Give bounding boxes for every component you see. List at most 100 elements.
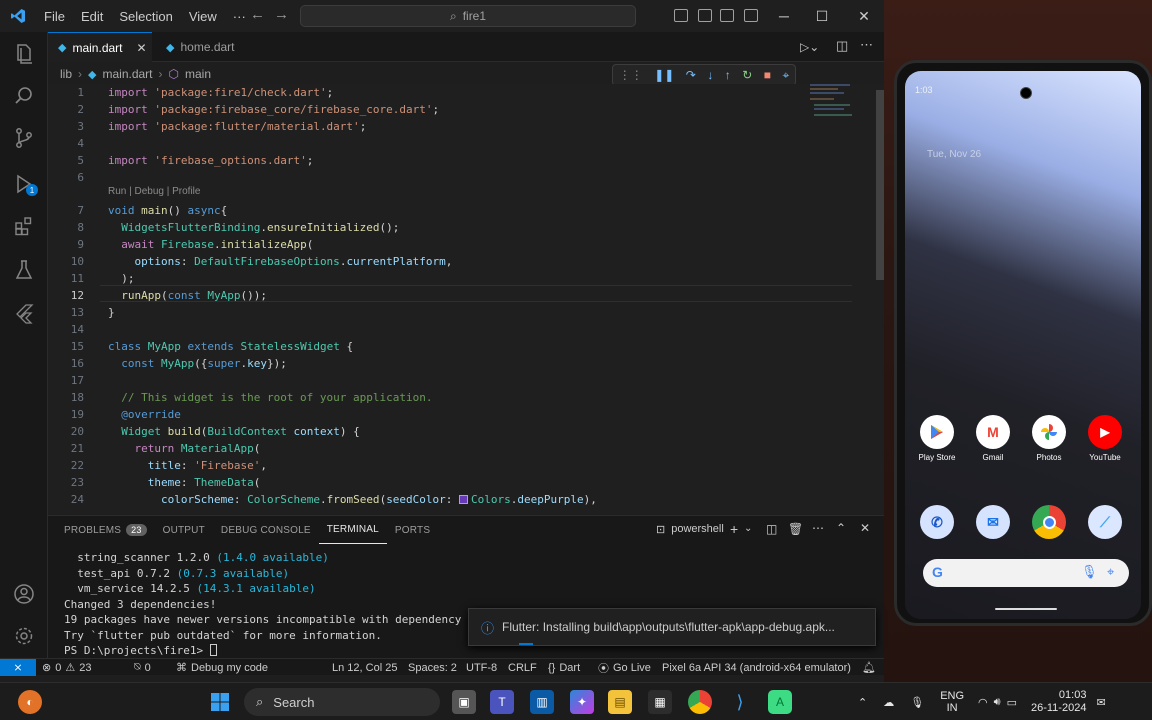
stop-icon[interactable]: ■ — [764, 68, 771, 82]
flutter-icon[interactable] — [12, 302, 36, 326]
extensions-icon[interactable] — [12, 214, 36, 238]
code-line[interactable]: 12 runApp(const MyApp()); — [48, 287, 808, 304]
account-icon[interactable] — [12, 582, 36, 606]
app-phone[interactable]: ✆ — [909, 505, 965, 543]
code-line[interactable]: 6 — [48, 169, 808, 186]
app-play-store[interactable]: Play Store — [909, 415, 965, 462]
clock[interactable]: 01:03 26-11-2024 — [1031, 689, 1086, 715]
language-mode[interactable]: {} Dart — [548, 659, 580, 676]
lens-icon[interactable]: ⌖ — [1107, 564, 1114, 580]
forward-arrow-icon[interactable]: → — [274, 6, 289, 23]
battery-icon[interactable]: ▭ — [1007, 696, 1017, 709]
toggle-sidebar-icon[interactable] — [674, 9, 688, 22]
weather-widget-icon[interactable]: ◐ — [18, 690, 42, 714]
app-gmail[interactable]: M Gmail — [965, 415, 1021, 462]
maximize-panel-icon[interactable]: ⌃ — [836, 521, 846, 535]
trash-icon[interactable]: 🗑 — [788, 522, 803, 536]
flutter-inspector-icon[interactable]: ⌖ — [783, 68, 790, 83]
minimize-button[interactable]: ─ — [764, 0, 804, 32]
pause-icon[interactable]: ❚❚ — [654, 68, 674, 82]
app-photos[interactable]: Photos — [1021, 415, 1077, 462]
tab-terminal[interactable]: TERMINAL — [318, 516, 387, 544]
step-over-icon[interactable]: ↷ — [686, 68, 696, 82]
toggle-panel-icon[interactable] — [698, 9, 712, 22]
android-studio-icon[interactable]: A — [768, 690, 792, 714]
onedrive-icon[interactable]: ☁ — [883, 696, 894, 709]
cursor-position[interactable]: Ln 12, Col 25 — [332, 659, 397, 676]
code-line[interactable]: 24 colorScheme: ColorScheme.fromSeed(see… — [48, 491, 808, 508]
terminal-shell-selector[interactable]: ⊡ powershell — [656, 523, 724, 536]
split-editor-icon[interactable]: ◫ — [836, 38, 848, 54]
breadcrumb-symbol[interactable]: main — [185, 67, 211, 81]
testing-icon[interactable] — [12, 258, 36, 282]
drag-handle-icon[interactable]: ⋮⋮ — [619, 68, 643, 82]
editor-scrollbar[interactable] — [874, 84, 884, 514]
step-out-icon[interactable]: ↑ — [725, 68, 731, 82]
code-line[interactable]: 15 class MyApp extends StatelessWidget { — [48, 338, 808, 355]
breadcrumb-file[interactable]: main.dart — [102, 67, 152, 81]
end-of-line[interactable]: CRLF — [508, 659, 537, 676]
new-terminal-icon[interactable]: + — [730, 521, 738, 537]
task-view-icon[interactable]: ▣ — [452, 690, 476, 714]
close-panel-icon[interactable]: ✕ — [860, 521, 870, 535]
code-line[interactable]: 8 WidgetsFlutterBinding.ensureInitialize… — [48, 219, 808, 236]
tab-output[interactable]: OUTPUT — [155, 516, 213, 544]
code-line[interactable]: 14 — [48, 321, 808, 338]
code-line[interactable]: 10 options: DefaultFirebaseOptions.curre… — [48, 253, 808, 270]
restart-icon[interactable]: ↻ — [742, 68, 752, 82]
code-line[interactable]: 22 title: 'Firebase', — [48, 457, 808, 474]
notification-center-icon[interactable]: ✉ — [1096, 696, 1105, 709]
close-window-button[interactable]: ✕ — [844, 0, 884, 32]
code-editor[interactable]: Run | Debug | Profile 1 import 'package:f… — [48, 84, 884, 514]
notifications-bell-icon[interactable]: 🔔︎ — [862, 659, 876, 676]
tab-problems[interactable]: PROBLEMS 23 — [56, 516, 155, 544]
app-flutter[interactable]: ⟋ — [1077, 505, 1133, 543]
microphone-icon[interactable]: 🎙︎ — [910, 696, 924, 709]
vscode-taskbar-icon[interactable]: ⟩ — [728, 690, 752, 714]
notification-toast[interactable]: ⓘ Flutter: Installing build\app\outputs\… — [468, 608, 876, 646]
search-icon[interactable] — [12, 84, 36, 108]
wifi-icon[interactable]: ◠ — [978, 696, 988, 709]
code-line[interactable]: 1 import 'package:fire1/check.dart'; — [48, 84, 808, 101]
phone-screen[interactable]: 1:03 Tue, Nov 26 Play Store M Gmail Phot… — [905, 71, 1141, 619]
close-tab-icon[interactable]: ✕ — [137, 41, 147, 55]
chevron-down-icon[interactable]: ⌄ — [744, 523, 752, 534]
taskbar-search-box[interactable]: ⌕ Search — [244, 688, 440, 716]
code-line[interactable]: 4 — [48, 135, 808, 152]
teams-icon[interactable]: T — [490, 690, 514, 714]
step-into-icon[interactable]: ↓ — [707, 68, 713, 82]
minimap[interactable] — [810, 84, 870, 144]
file-explorer-icon[interactable]: ▤ — [608, 690, 632, 714]
chrome-icon[interactable] — [688, 690, 712, 714]
source-control-icon[interactable] — [12, 126, 36, 150]
language-indicator[interactable]: ENG IN — [940, 690, 964, 714]
menu-selection[interactable]: Selection — [111, 9, 180, 24]
toggle-secondary-sidebar-icon[interactable] — [720, 9, 734, 22]
ports-status[interactable]: ⍉ 0 — [134, 659, 151, 676]
back-arrow-icon[interactable]: ← — [250, 6, 265, 23]
code-line[interactable]: 21 return MaterialApp( — [48, 440, 808, 457]
windows-start-icon[interactable] — [208, 690, 232, 714]
code-line[interactable]: 3 import 'package:flutter/material.dart'; — [48, 118, 808, 135]
code-line[interactable]: 23 theme: ThemeData( — [48, 474, 808, 491]
command-center-search[interactable]: ⌕ fire1 — [300, 5, 636, 27]
tab-debug-console[interactable]: DEBUG CONSOLE — [213, 516, 319, 544]
split-terminal-icon[interactable]: ◫ — [766, 522, 777, 536]
device-selector[interactable]: Pixel 6a API 34 (android-x64 emulator) — [662, 659, 851, 676]
app-youtube[interactable]: ▶ YouTube — [1077, 415, 1133, 462]
codelens-run-debug[interactable]: Run | Debug | Profile — [108, 186, 200, 197]
run-debug-dropdown-icon[interactable]: ▷⌄ — [800, 40, 819, 54]
code-line[interactable]: 2 import 'package:firebase_core/firebase_… — [48, 101, 808, 118]
code-line[interactable]: 11 ); — [48, 270, 808, 287]
google-search-bar[interactable]: G 🎙︎ ⌖ — [923, 559, 1129, 587]
indentation[interactable]: Spaces: 2 — [408, 659, 457, 676]
menu-file[interactable]: File — [36, 9, 73, 24]
app-icon[interactable]: ▥ — [530, 690, 554, 714]
app-messages[interactable]: ✉ — [965, 505, 1021, 543]
code-line[interactable]: 9 await Firebase.initializeApp( — [48, 236, 808, 253]
debug-status[interactable]: ⌘ Debug my code — [176, 659, 268, 676]
code-line[interactable]: 20 Widget build(BuildContext context) { — [48, 423, 808, 440]
microphone-icon[interactable]: 🎙︎ — [1081, 564, 1098, 580]
copilot-icon[interactable]: ✦ — [570, 690, 594, 714]
menu-edit[interactable]: Edit — [73, 9, 111, 24]
